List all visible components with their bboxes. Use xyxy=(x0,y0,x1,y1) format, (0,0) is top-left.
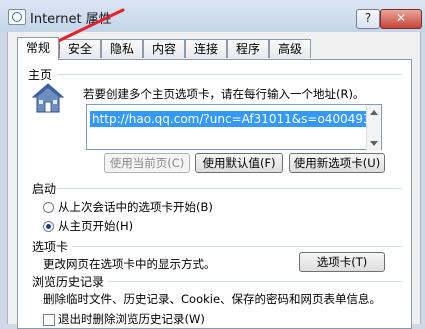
tab-programs[interactable]: 程序 xyxy=(227,39,269,58)
tabs-description: 更改网页在选项卡中的显示方式。 xyxy=(43,257,216,271)
startup-last-session-radio[interactable] xyxy=(43,202,54,213)
home-icon xyxy=(31,83,65,113)
close-button[interactable]: ✕ xyxy=(380,9,422,29)
tabs-section-label: 选项卡 xyxy=(32,240,69,254)
title-bar: Internet 属性 ? ✕ xyxy=(0,0,425,32)
use-default-button[interactable]: 使用默认值(F) xyxy=(195,153,283,173)
tab-connections[interactable]: 连接 xyxy=(185,39,227,58)
tab-general[interactable]: 常规 xyxy=(17,37,59,60)
url-scrollbar[interactable] xyxy=(366,105,381,151)
help-button[interactable]: ? xyxy=(356,9,380,29)
use-current-button[interactable]: 使用当前页(C) xyxy=(104,153,190,173)
startup-section-label: 启动 xyxy=(32,182,57,196)
tabs-settings-button[interactable]: 选项卡(T) xyxy=(299,252,385,272)
tab-security[interactable]: 安全 xyxy=(59,39,101,58)
homepage-url-text: http://hao.qq.com/?unc=Af31011&s=o400493… xyxy=(90,111,370,127)
startup-separator xyxy=(58,188,402,189)
delete-history-on-exit-checkbox[interactable] xyxy=(43,314,55,326)
scroll-down-arrow-icon[interactable] xyxy=(370,141,378,146)
use-new-tab-button[interactable]: 使用新选项卡(U) xyxy=(289,153,385,173)
startup-home-label[interactable]: 从主页开始(H) xyxy=(58,218,133,234)
homepage-separator xyxy=(58,74,402,75)
history-separator xyxy=(108,281,402,282)
history-section-label: 浏览历史记录 xyxy=(32,275,105,289)
tab-advanced[interactable]: 高级 xyxy=(269,39,311,58)
homepage-url-textarea[interactable]: http://hao.qq.com/?unc=Af31011&s=o400493… xyxy=(86,104,382,151)
tab-privacy[interactable]: 隐私 xyxy=(101,39,143,58)
tab-content[interactable]: 内容 xyxy=(143,39,185,58)
delete-history-on-exit-label[interactable]: 退出时删除浏览历史记录(W) xyxy=(58,311,205,327)
homepage-instruction: 若要创建多个主页选项卡，请在每行输入一个地址(R)。 xyxy=(83,87,365,101)
startup-home-radio[interactable] xyxy=(43,221,54,232)
tabs-separator xyxy=(72,246,402,247)
history-description: 删除临时文件、历史记录、Cookie、保存的密码和网页表单信息。 xyxy=(43,292,382,306)
window-title: Internet 属性 xyxy=(30,12,112,27)
scroll-up-arrow-icon[interactable] xyxy=(370,110,378,115)
startup-last-session-label[interactable]: 从上次会话中的选项卡开始(B) xyxy=(58,199,213,215)
internet-options-icon xyxy=(8,9,26,25)
